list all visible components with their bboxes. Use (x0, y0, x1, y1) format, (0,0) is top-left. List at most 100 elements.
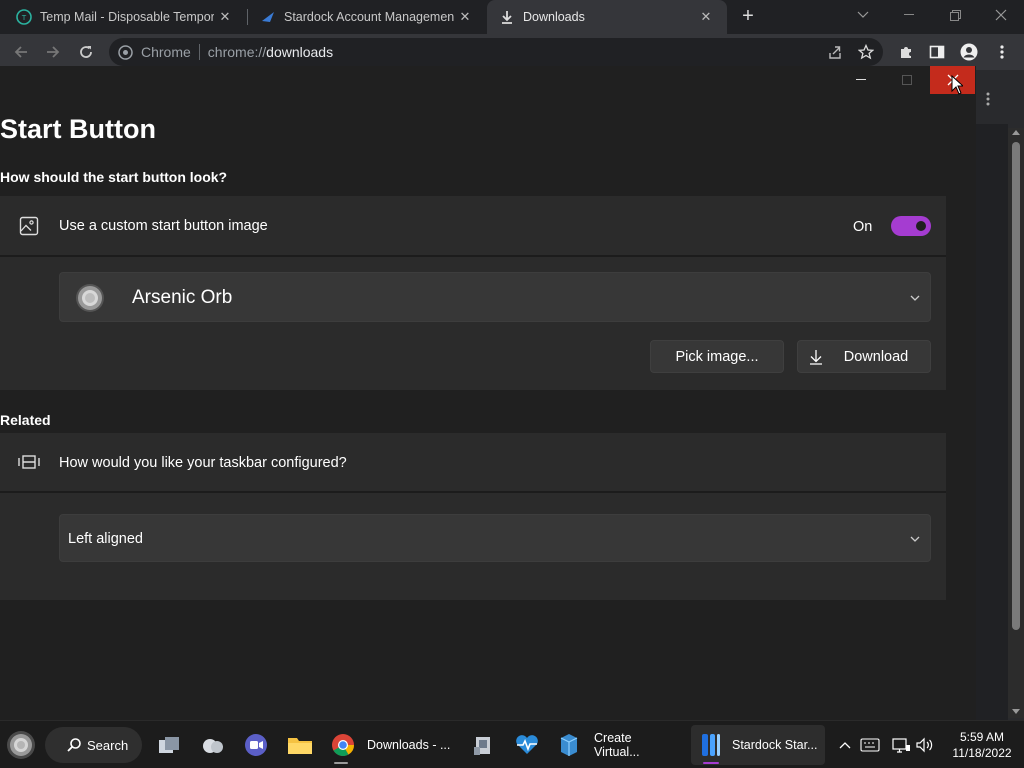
show-hidden-icons-button[interactable] (832, 725, 858, 765)
stardock-favicon-icon (260, 9, 276, 25)
alignment-selected-value: Left aligned (68, 531, 143, 547)
chat-camera-icon (243, 732, 269, 758)
speaker-icon (912, 732, 938, 758)
scrollbar-thumb[interactable] (1012, 142, 1020, 630)
cloud-icon (200, 732, 226, 758)
download-arrow-icon (809, 349, 823, 365)
orb-selection-card: Arsenic Orb Pick image... Download (0, 257, 946, 390)
keyboard-icon (857, 732, 883, 758)
tab-temp-mail[interactable]: T Temp Mail - Disposable Temporary Email… (0, 0, 246, 34)
tab-close-icon[interactable]: ✕ (695, 9, 717, 25)
keyboard-tray-button[interactable] (857, 725, 883, 765)
volume-tray-button[interactable] (912, 725, 938, 765)
search-icon (67, 738, 81, 752)
profile-avatar-icon[interactable] (957, 40, 981, 64)
task-view-button[interactable] (156, 725, 182, 765)
page-title: Start Button (0, 114, 156, 144)
tab-title: Stardock Account Management (284, 10, 454, 24)
chat-app-button[interactable] (243, 725, 269, 765)
weather-widget-button[interactable] (200, 725, 226, 765)
taskbar-health-app-button[interactable] (514, 725, 540, 765)
tab-strip: T Temp Mail - Disposable Temporary Email… (0, 0, 1024, 34)
omnibox-chip: Chrome (141, 44, 191, 60)
download-button-label: Download (843, 348, 909, 365)
scroll-up-arrow-icon[interactable] (1012, 130, 1020, 135)
virtualbox-task-label: Create Virtual... (594, 731, 640, 759)
taskbar-layout-icon (18, 451, 40, 473)
tool-app-icon (470, 732, 496, 758)
app-minimize-icon[interactable] (838, 66, 884, 94)
chrome-logo-icon (118, 44, 133, 60)
url-scheme: chrome:// (207, 44, 267, 60)
extensions-puzzle-icon[interactable] (894, 40, 918, 64)
browser-toolbar: Chrome chrome://downloads (0, 34, 1024, 70)
scroll-down-arrow-icon[interactable] (1012, 709, 1020, 714)
section-heading-appearance: How should the start button look? (0, 169, 228, 185)
app-maximize-icon[interactable] (884, 66, 930, 94)
bookmark-star-icon[interactable] (858, 44, 874, 60)
new-tab-button[interactable]: + (737, 4, 759, 28)
taskbar-virtualbox[interactable]: Create Virtual... (556, 725, 680, 765)
browser-close-icon[interactable] (978, 0, 1024, 30)
browser-minimize-icon[interactable] (886, 0, 932, 30)
network-tray-button[interactable] (888, 725, 914, 765)
custom-image-card: Use a custom start button image On (0, 196, 946, 255)
chevron-down-icon (910, 290, 920, 304)
url-host: downloads (266, 44, 334, 60)
temp-mail-favicon-icon: T (16, 9, 32, 25)
svg-text:T: T (21, 14, 27, 22)
share-icon[interactable] (827, 44, 843, 60)
browser-menu-icon[interactable] (990, 40, 1014, 64)
downloads-more-icon[interactable] (986, 92, 990, 111)
pick-image-button[interactable]: Pick image... (650, 340, 784, 373)
tab-close-icon[interactable]: ✕ (454, 9, 476, 25)
taskbar-config-card[interactable]: How would you like your taskbar configur… (0, 433, 946, 491)
browser-restore-icon[interactable] (932, 0, 978, 30)
image-icon (18, 215, 40, 237)
network-monitor-icon (888, 732, 914, 758)
orb-preview-icon (75, 283, 105, 313)
taskbar-stardock[interactable]: Stardock Star... (691, 725, 825, 765)
downloads-list-area (976, 124, 1008, 720)
file-explorer-button[interactable] (287, 725, 313, 765)
back-arrow-icon[interactable] (9, 40, 33, 64)
chrome-icon (330, 732, 356, 758)
chevron-up-icon (832, 732, 858, 758)
custom-image-label: Use a custom start button image (59, 218, 268, 234)
taskbar-search-button[interactable]: Search (45, 727, 142, 763)
taskbar-app-button[interactable] (470, 725, 496, 765)
tab-downloads[interactable]: Downloads ✕ (487, 0, 727, 34)
tab-title: Downloads (523, 10, 585, 24)
mouse-cursor-icon (951, 74, 965, 100)
alignment-dropdown[interactable]: Left aligned (59, 514, 931, 562)
forward-arrow-icon[interactable] (41, 40, 65, 64)
stardock-task-label: Stardock Star... (732, 738, 818, 752)
tab-stardock[interactable]: Stardock Account Management ✕ (248, 0, 486, 34)
active-indicator (703, 762, 719, 764)
custom-image-toggle[interactable] (891, 216, 931, 236)
side-panel-icon[interactable] (925, 40, 949, 64)
orb-selected-value: Arsenic Orb (132, 287, 233, 308)
clock-time: 5:59 AM (959, 730, 1005, 744)
stardock-icon (698, 732, 724, 758)
start-orb-button[interactable] (5, 725, 37, 765)
tab-search-chevron-icon[interactable] (840, 0, 886, 30)
clock-date: 11/18/2022 (952, 746, 1012, 760)
orb-dropdown[interactable]: Arsenic Orb (59, 272, 931, 322)
taskbar-config-question: How would you like your taskbar configur… (59, 455, 347, 471)
tab-close-icon[interactable]: ✕ (214, 9, 236, 25)
section-heading-related: Related (0, 412, 51, 428)
toggle-knob (916, 221, 926, 231)
chevron-down-icon (910, 531, 920, 545)
address-bar[interactable]: Chrome chrome://downloads (109, 38, 883, 66)
taskbar-chrome-downloads[interactable]: Downloads - ... (330, 725, 456, 765)
heartbeat-icon (514, 732, 540, 758)
running-indicator (334, 762, 348, 764)
reload-icon[interactable] (74, 40, 98, 64)
download-button[interactable]: Download (797, 340, 931, 373)
toggle-state-label: On (853, 219, 873, 235)
chrome-task-label: Downloads - ... (367, 738, 451, 752)
download-favicon-icon (499, 9, 515, 25)
taskbar-clock[interactable]: 5:59 AM 11/18/2022 (940, 729, 1024, 761)
windows-taskbar: Search Downloads - ... Create Virtual...… (0, 720, 1024, 768)
